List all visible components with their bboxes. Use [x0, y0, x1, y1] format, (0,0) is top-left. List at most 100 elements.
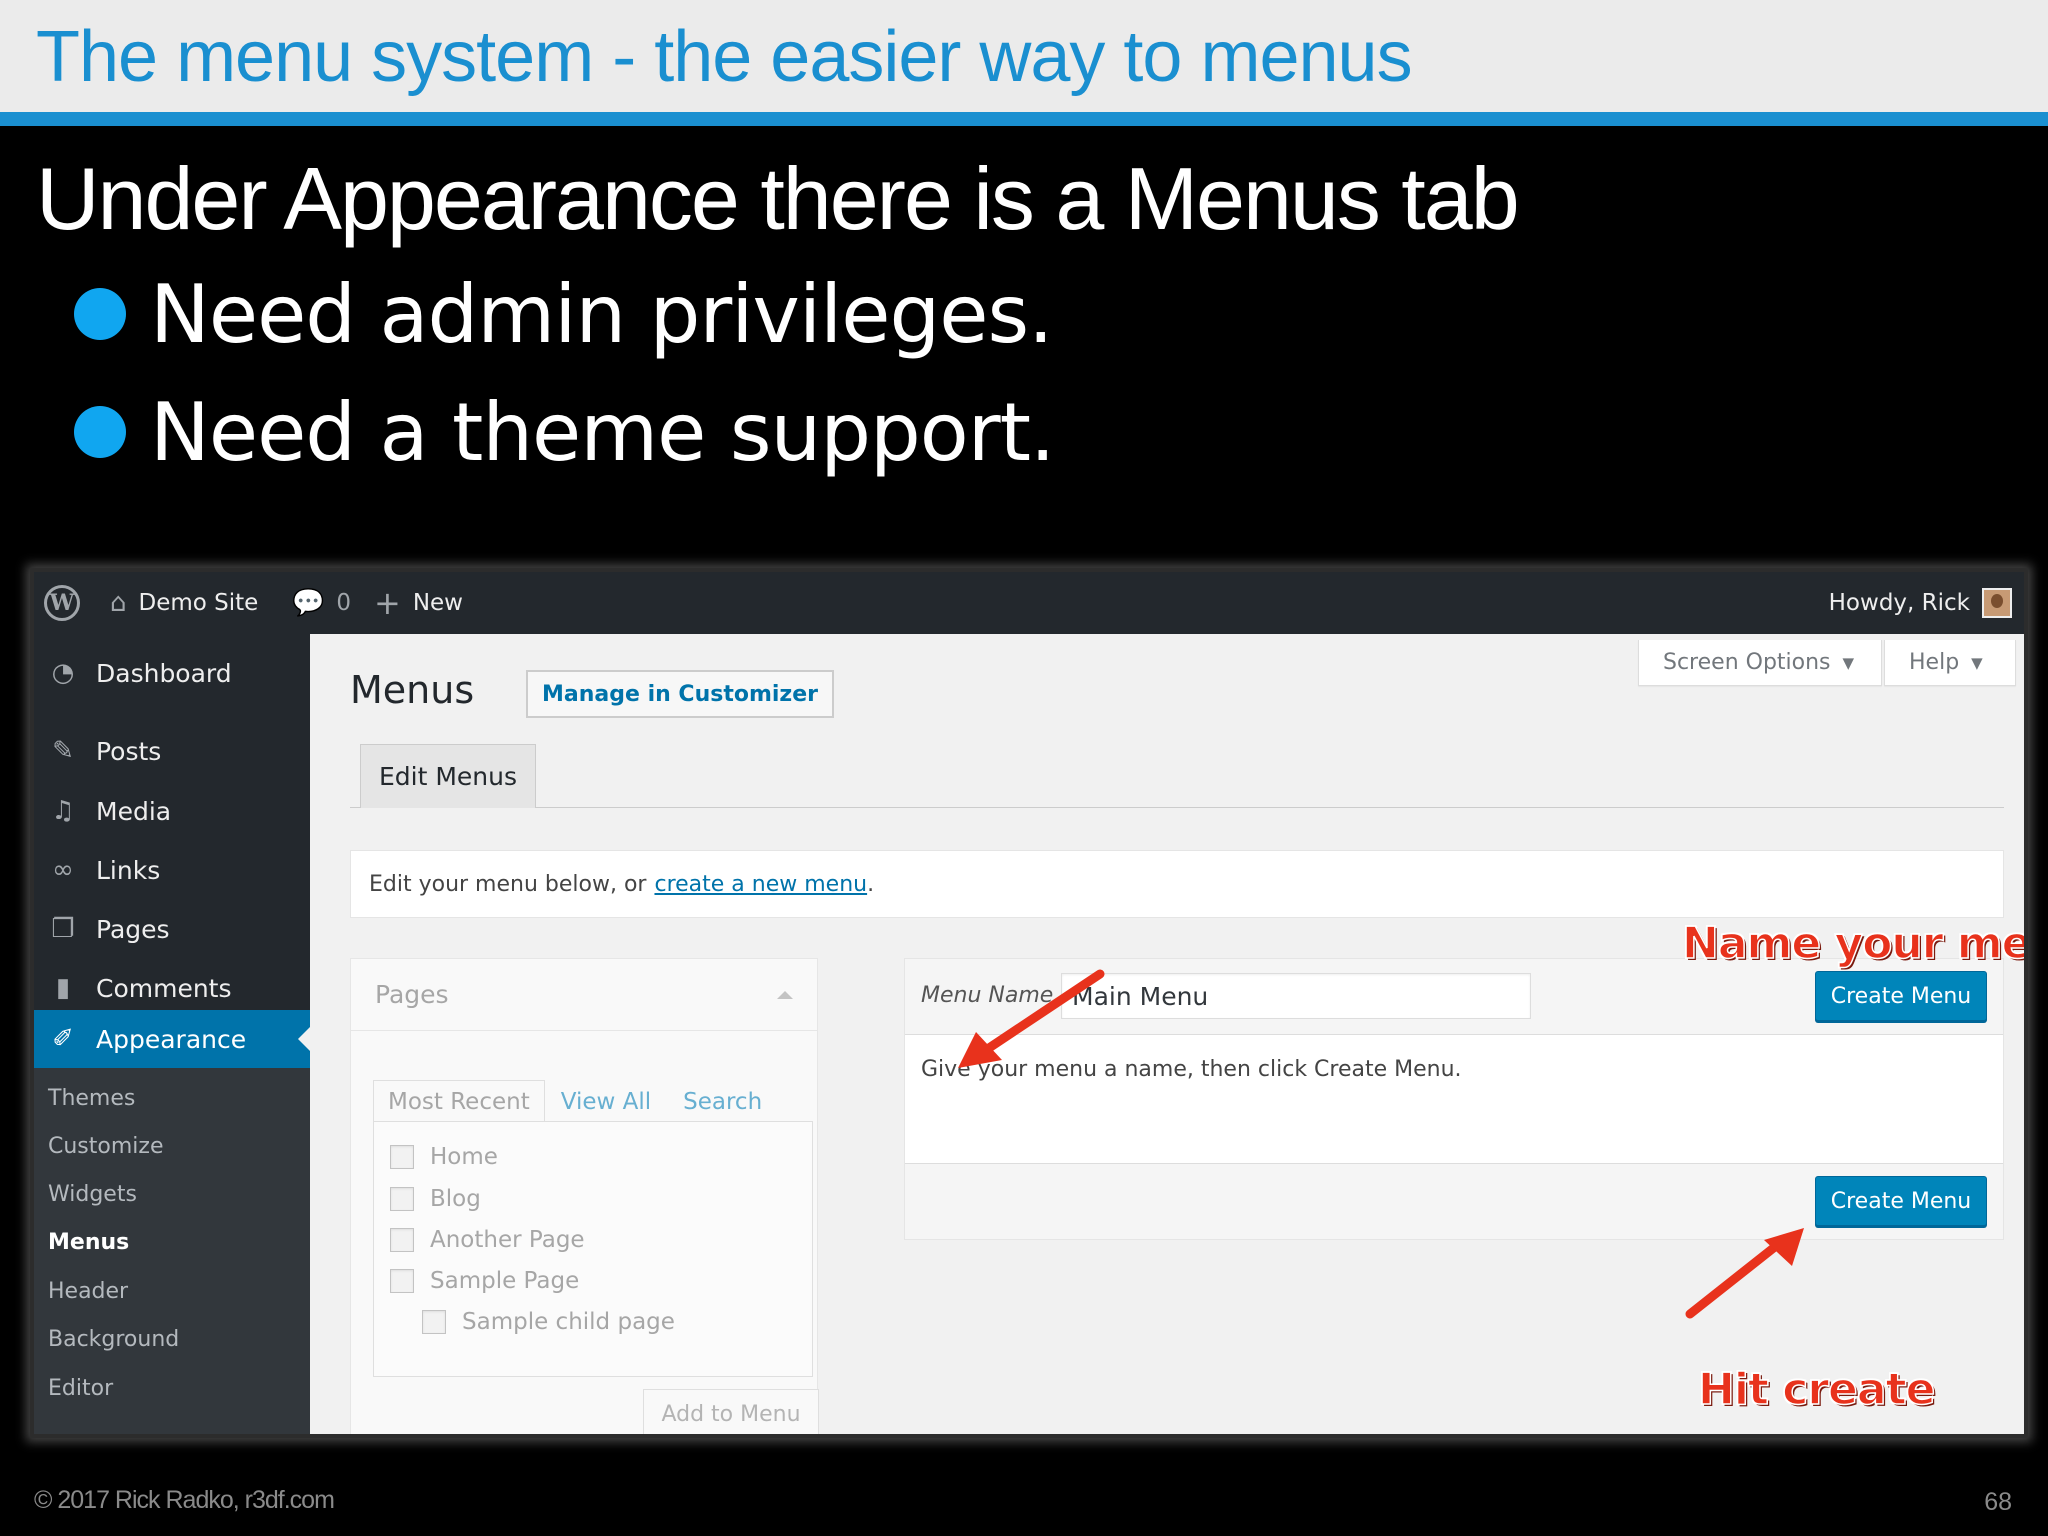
edit-menu-notice: Edit your menu below, or create a new me…: [350, 850, 2004, 918]
home-icon: ⌂: [110, 588, 127, 618]
submenu-item-customize[interactable]: Customize: [48, 1126, 163, 1166]
annotation-hit-create: Hit create: [1697, 1363, 1936, 1416]
list-item[interactable]: Home: [390, 1140, 498, 1174]
checkbox[interactable]: [422, 1310, 446, 1334]
help-label: Help: [1909, 650, 1960, 675]
list-item[interactable]: Sample Page: [390, 1264, 579, 1298]
tab-most-recent[interactable]: Most Recent: [373, 1080, 545, 1123]
submenu-item-background[interactable]: Background: [48, 1319, 179, 1359]
comments-link[interactable]: 💬 0: [292, 572, 351, 634]
bullet-dot: [74, 288, 126, 340]
checkbox[interactable]: [390, 1269, 414, 1293]
new-content-button[interactable]: + New: [374, 572, 463, 634]
tab-edit-menus[interactable]: Edit Menus: [360, 744, 537, 808]
submenu-item-menus[interactable]: Menus: [48, 1222, 129, 1262]
arrow-icon: [958, 969, 1105, 1068]
sidebar-item-label: Dashboard: [96, 658, 232, 688]
bullet-dot: [74, 406, 126, 458]
tab-divider: [350, 807, 2004, 808]
submenu-item-header[interactable]: Header: [48, 1271, 128, 1311]
create-menu-button[interactable]: Create Menu: [1815, 971, 1987, 1021]
pages-box-header[interactable]: Pages: [351, 959, 817, 1031]
help-button[interactable]: Help ▼: [1884, 640, 2016, 686]
page-label: Sample Page: [430, 1268, 580, 1294]
plus-icon: +: [374, 584, 401, 622]
list-item[interactable]: Another Page: [390, 1223, 585, 1257]
pages-list: Home Blog Another Page Sample Page Sampl…: [373, 1121, 813, 1377]
sidebar-item-label: Links: [96, 855, 161, 885]
page-label: Blog: [430, 1186, 481, 1212]
bullet-text: Need admin privileges.: [150, 267, 1054, 361]
pages-meta-box: Pages Most Recent View All Search Home B…: [350, 958, 819, 1434]
screen-options-button[interactable]: Screen Options ▼: [1638, 640, 1882, 686]
page-label: Another Page: [430, 1227, 585, 1253]
sidebar-item-comments[interactable]: ▮ Comments: [34, 959, 310, 1017]
pages-icon: ❐: [51, 914, 75, 944]
sidebar-item-dashboard[interactable]: ◔ Dashboard: [34, 644, 310, 702]
menu-footer-bar: Create Menu: [905, 1163, 2003, 1239]
list-item[interactable]: Blog: [390, 1182, 481, 1216]
wordpress-screenshot: W ⌂ Demo Site 💬 0 + New Howdy, Rick ◔ Da…: [30, 568, 2028, 1438]
sidebar-item-media[interactable]: ♫ Media: [34, 782, 310, 840]
howdy-label: Howdy, Rick: [1828, 590, 1970, 616]
manage-in-customizer-button[interactable]: Manage in Customizer: [526, 670, 835, 718]
page-title: Menus: [350, 668, 475, 712]
media-icon: ♫: [51, 796, 75, 826]
bullet-item: Need admin privileges.: [74, 264, 1054, 364]
submenu-item-widgets[interactable]: Widgets: [48, 1174, 137, 1214]
menu-name-input[interactable]: Main Menu: [1061, 973, 1531, 1019]
checkbox[interactable]: [390, 1187, 414, 1211]
list-item[interactable]: Sample child page: [422, 1305, 675, 1339]
dashboard-icon: ◔: [51, 658, 75, 688]
create-menu-button[interactable]: Create Menu: [1815, 1176, 1987, 1226]
add-to-menu-button[interactable]: Add to Menu: [643, 1389, 819, 1434]
account-menu[interactable]: Howdy, Rick: [1829, 572, 2012, 634]
comment-icon: 💬: [292, 588, 325, 618]
pages-box-title: Pages: [375, 980, 449, 1009]
main-content: Screen Options ▼ Help ▼ Menus Manage in …: [310, 634, 2024, 1434]
admin-bar: W ⌂ Demo Site 💬 0 + New Howdy, Rick: [34, 572, 2024, 634]
checkbox[interactable]: [390, 1228, 414, 1252]
notice-end: .: [867, 871, 875, 897]
notice-text: Edit your menu below, or: [369, 871, 647, 897]
screen-options-label: Screen Options: [1663, 650, 1831, 675]
new-label: New: [412, 590, 463, 616]
caret-down-icon: ▼: [1971, 653, 1983, 672]
brush-icon: ✐: [52, 1024, 74, 1054]
admin-side-menu: ◔ Dashboard ✎ Posts ♫ Media ∞ Links ❐ Pa…: [34, 634, 310, 1434]
collapse-arrow-icon[interactable]: [777, 991, 793, 999]
slide-heading: Under Appearance there is a Menus tab: [36, 149, 1520, 248]
comments-count: 0: [336, 590, 352, 616]
header-rule: [0, 112, 2048, 126]
appearance-submenu: Themes Customize Widgets Menus Header Ba…: [34, 1068, 310, 1434]
page-label: Home: [430, 1144, 498, 1170]
pages-tabs: Most Recent View All Search: [373, 1077, 778, 1123]
sidebar-item-posts[interactable]: ✎ Posts: [34, 722, 310, 780]
sidebar-item-pages[interactable]: ❐ Pages: [34, 900, 310, 958]
create-new-menu-link[interactable]: create a new menu: [654, 872, 867, 897]
avatar: [1982, 588, 2012, 618]
arrow-icon: [1685, 1228, 1804, 1319]
sidebar-item-label: Comments: [96, 973, 232, 1003]
sidebar-item-appearance[interactable]: ✐ Appearance: [34, 1010, 310, 1068]
sidebar-item-label: Posts: [96, 736, 162, 766]
comment-icon: ▮: [55, 973, 71, 1003]
bullet-text: Need a theme support.: [150, 385, 1055, 479]
sidebar-item-label: Appearance: [96, 1024, 247, 1054]
submenu-item-themes[interactable]: Themes: [48, 1078, 135, 1118]
page-number: 68: [1984, 1488, 2012, 1516]
sidebar-item-links[interactable]: ∞ Links: [34, 841, 310, 899]
tab-search[interactable]: Search: [667, 1081, 778, 1123]
wordpress-logo-button[interactable]: W: [44, 572, 80, 634]
checkbox[interactable]: [390, 1145, 414, 1169]
link-icon: ∞: [52, 855, 74, 885]
caret-down-icon: ▼: [1842, 653, 1855, 672]
site-name-link[interactable]: ⌂ Demo Site: [110, 572, 258, 634]
sidebar-item-label: Media: [96, 796, 172, 826]
submenu-item-editor[interactable]: Editor: [48, 1368, 113, 1408]
wordpress-icon: W: [44, 585, 80, 621]
site-name-label: Demo Site: [138, 590, 259, 616]
page-label: Sample child page: [462, 1309, 675, 1335]
pin-icon: ✎: [52, 736, 74, 766]
tab-view-all[interactable]: View All: [545, 1081, 667, 1123]
